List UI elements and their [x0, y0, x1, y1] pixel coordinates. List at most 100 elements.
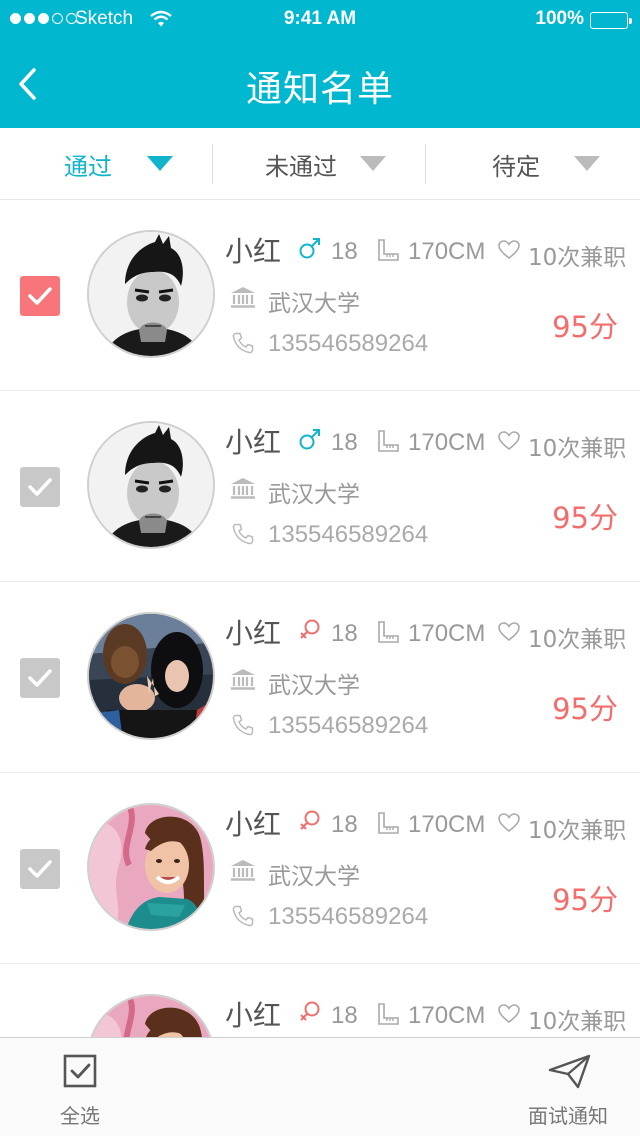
female-icon	[300, 1001, 320, 1021]
candidate-name: 小红	[225, 426, 282, 459]
male-icon	[299, 238, 320, 259]
checkmark-icon	[28, 478, 52, 496]
avatar[interactable]	[87, 612, 215, 740]
man-portrait-icon	[89, 423, 213, 547]
candidate-school: 武汉大学	[268, 291, 360, 317]
gender-icon	[298, 236, 322, 264]
candidate-jobs: 10次兼职	[528, 436, 627, 462]
candidate-jobs: 10次兼职	[528, 245, 627, 271]
app-header: Sketch 9:41 AM 100% 通知名单	[0, 0, 640, 128]
candidate-name: 小红	[225, 617, 282, 650]
gender-icon	[298, 618, 322, 646]
candidate-age: 18	[331, 1002, 358, 1029]
woman-portrait-icon	[89, 805, 213, 929]
battery-percent: 100%	[535, 8, 584, 29]
chevron-down-icon	[147, 156, 173, 171]
divider	[425, 144, 426, 184]
row-checkbox[interactable]	[20, 849, 60, 889]
avatar[interactable]	[87, 230, 215, 358]
candidate-jobs: 10次兼职	[528, 627, 627, 653]
candidate-height: 170CM	[408, 620, 486, 647]
candidate-phone: 135546589264	[268, 712, 429, 739]
ruler-icon	[377, 430, 399, 456]
candidate-score: 95分	[552, 692, 618, 726]
filter-pending[interactable]: 待定	[492, 128, 622, 200]
female-icon	[300, 619, 320, 639]
filter-failed-label: 未通过	[265, 152, 337, 181]
ruler-icon	[377, 621, 399, 647]
candidate-age: 18	[331, 620, 358, 647]
list-item[interactable]: 小红 18 170CM 10次兼职 武汉大学 135546589264 95分	[0, 200, 640, 391]
list-item[interactable]: 小红 18 170CM 10次兼职 武汉大学 135546589264 95分	[0, 773, 640, 964]
candidate-jobs: 10次兼职	[528, 1009, 627, 1035]
phone-icon	[232, 523, 254, 549]
list-item[interactable]: 小红 18 170CM 10次兼职	[0, 964, 640, 1037]
phone-icon	[232, 714, 254, 740]
ruler-icon	[377, 1003, 399, 1029]
bottom-toolbar: 全选 面试通知	[0, 1037, 640, 1136]
gender-icon	[298, 809, 322, 837]
checkmark-icon	[28, 287, 52, 305]
heart-icon	[498, 240, 520, 264]
heart-icon	[498, 622, 520, 646]
woman-portrait-icon	[89, 996, 213, 1037]
phone-icon	[232, 332, 254, 358]
list-item[interactable]: 小红 18 170CM 10次兼职 武汉大学 135546589264 95分	[0, 391, 640, 582]
row-checkbox[interactable]	[20, 276, 60, 316]
school-building-icon	[230, 477, 256, 503]
group-photo-icon	[89, 614, 213, 738]
candidate-score: 95分	[552, 310, 618, 344]
candidate-name: 小红	[225, 808, 282, 841]
divider	[212, 144, 213, 184]
school-building-icon	[230, 668, 256, 694]
row-checkbox[interactable]	[20, 658, 60, 698]
candidate-age: 18	[331, 429, 358, 456]
chevron-down-icon	[574, 156, 600, 171]
candidate-score: 95分	[552, 501, 618, 535]
interview-notify-label: 面试通知	[528, 1104, 608, 1128]
checkmark-icon	[28, 860, 52, 878]
filter-failed[interactable]: 未通过	[265, 128, 415, 200]
select-all-button[interactable]: 全选	[40, 1050, 120, 1130]
chevron-down-icon	[360, 156, 386, 171]
school-building-icon	[230, 859, 256, 885]
candidate-phone: 135546589264	[268, 521, 429, 548]
filter-pending-label: 待定	[492, 152, 540, 181]
avatar[interactable]	[87, 803, 215, 931]
heart-icon	[498, 813, 520, 837]
gender-icon	[298, 1000, 322, 1028]
man-portrait-icon	[89, 232, 213, 356]
candidate-height: 170CM	[408, 429, 486, 456]
candidate-score: 95分	[552, 883, 618, 917]
battery-icon	[590, 12, 632, 29]
avatar[interactable]	[87, 421, 215, 549]
candidate-list: 小红 18 170CM 10次兼职 武汉大学 135546589264 95分 …	[0, 200, 640, 1037]
gender-icon	[298, 427, 322, 455]
send-icon	[548, 1054, 592, 1094]
filter-bar: 通过 未通过 待定	[0, 128, 640, 200]
row-checkbox[interactable]	[20, 467, 60, 507]
candidate-age: 18	[331, 238, 358, 265]
candidate-name: 小红	[225, 999, 282, 1032]
male-icon	[299, 429, 320, 450]
list-item[interactable]: 小红 18 170CM 10次兼职 武汉大学 135546589264 95分	[0, 582, 640, 773]
candidate-name: 小红	[225, 235, 282, 268]
candidate-height: 170CM	[408, 1002, 486, 1029]
candidate-school: 武汉大学	[268, 482, 360, 508]
candidate-phone: 135546589264	[268, 903, 429, 930]
heart-icon	[498, 1004, 520, 1028]
checkbox-icon	[63, 1054, 97, 1092]
heart-icon	[498, 431, 520, 455]
ruler-icon	[377, 812, 399, 838]
select-all-label: 全选	[60, 1104, 100, 1128]
phone-icon	[232, 905, 254, 931]
candidate-jobs: 10次兼职	[528, 818, 627, 844]
avatar[interactable]	[87, 994, 215, 1037]
nav-bar: 通知名单	[0, 40, 640, 128]
page-title: 通知名单	[245, 69, 394, 110]
interview-notify-button[interactable]: 面试通知	[518, 1050, 618, 1130]
filter-passed[interactable]: 通过	[64, 128, 214, 200]
candidate-school: 武汉大学	[268, 673, 360, 699]
candidate-age: 18	[331, 811, 358, 838]
ruler-icon	[377, 239, 399, 265]
